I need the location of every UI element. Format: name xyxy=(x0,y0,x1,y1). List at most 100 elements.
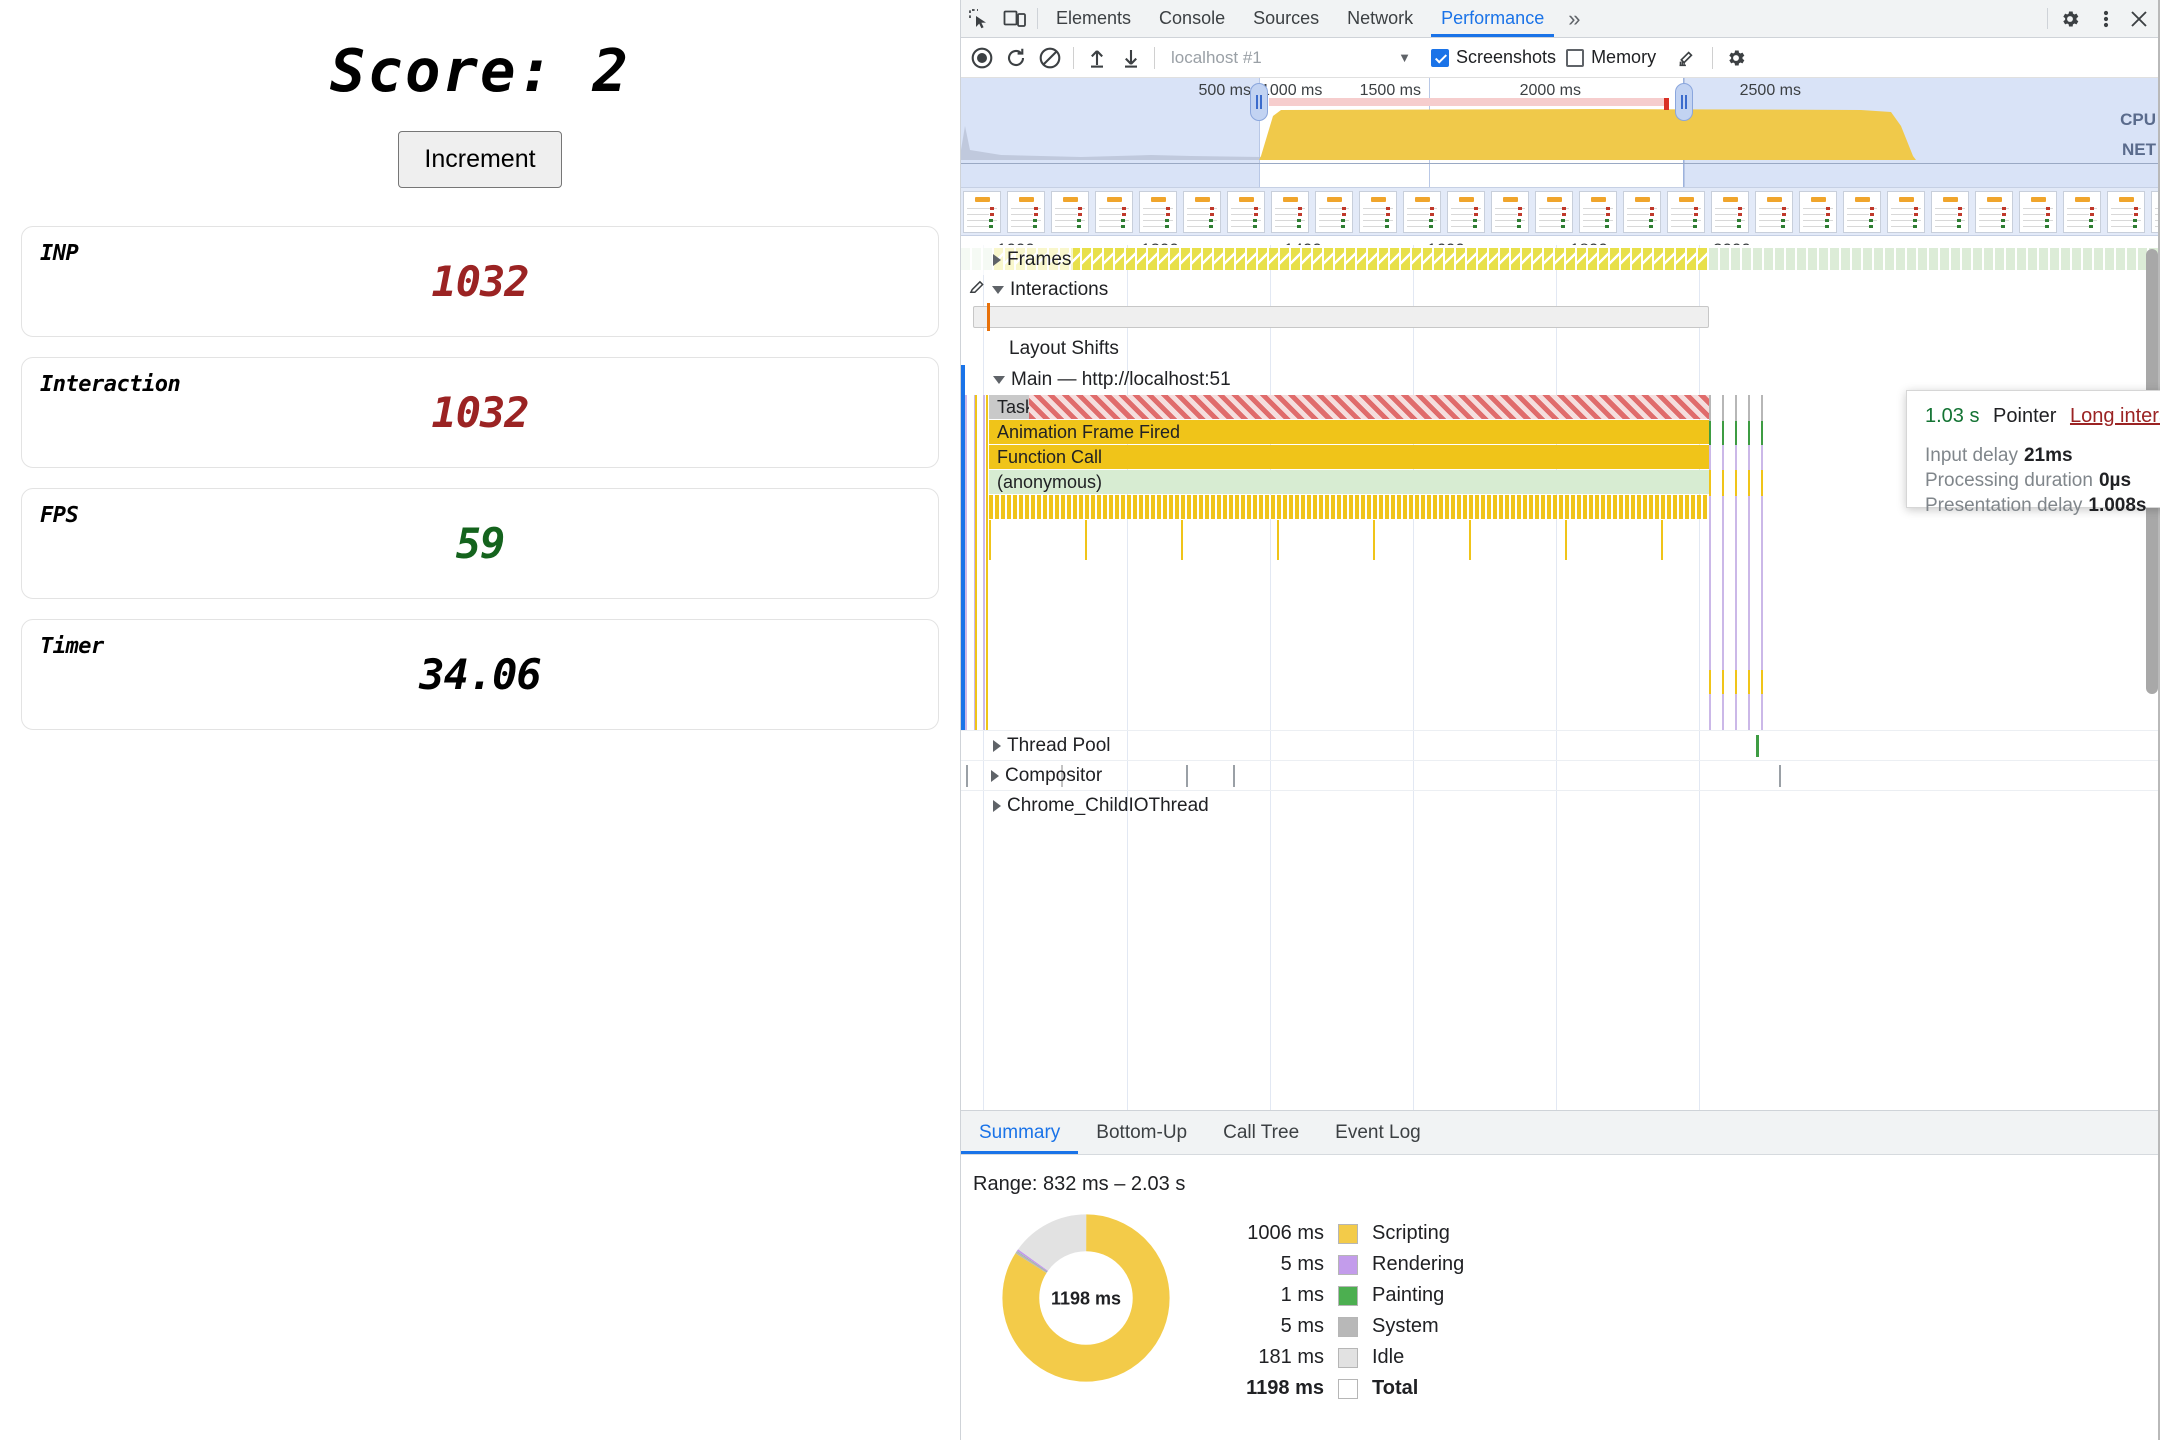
frame-marker[interactable] xyxy=(1346,248,1355,270)
frame-marker[interactable] xyxy=(1929,248,1938,270)
frame-marker[interactable] xyxy=(1357,248,1366,270)
frame-marker[interactable] xyxy=(1214,248,1223,270)
tab-network[interactable]: Network xyxy=(1333,0,1427,37)
frame-marker[interactable] xyxy=(1632,248,1641,270)
upload-profile-button[interactable] xyxy=(1080,41,1114,75)
tab-elements[interactable]: Elements xyxy=(1042,0,1145,37)
increment-button[interactable]: Increment xyxy=(398,131,562,188)
frame-marker[interactable] xyxy=(1885,248,1894,270)
filmstrip-thumbnail[interactable] xyxy=(1887,191,1925,233)
frame-marker[interactable] xyxy=(1258,248,1267,270)
frame-marker[interactable] xyxy=(1104,248,1113,270)
frame-marker[interactable] xyxy=(1390,248,1399,270)
filmstrip-thumbnail[interactable] xyxy=(1051,191,1089,233)
filmstrip-thumbnail[interactable] xyxy=(2019,191,2057,233)
filmstrip-thumbnail[interactable] xyxy=(1579,191,1617,233)
frame-marker[interactable] xyxy=(1775,248,1784,270)
frame-marker[interactable] xyxy=(1181,248,1190,270)
tab-sources[interactable]: Sources xyxy=(1239,0,1333,37)
track-layout-shifts[interactable]: Layout Shifts xyxy=(961,333,2160,365)
frame-marker[interactable] xyxy=(1588,248,1597,270)
frame-marker[interactable] xyxy=(1170,248,1179,270)
flamechart-body[interactable]: Frames Interactions Layout Shifts Main —… xyxy=(961,245,2160,1110)
close-icon[interactable] xyxy=(2124,0,2160,37)
legend-row-idle[interactable]: 181 ms Idle xyxy=(1233,1342,1464,1373)
frame-marker[interactable] xyxy=(1313,248,1322,270)
frame-marker[interactable] xyxy=(1412,248,1421,270)
frame-marker[interactable] xyxy=(1192,248,1201,270)
legend-row-painting[interactable]: 1 ms Painting xyxy=(1233,1280,1464,1311)
frame-marker[interactable] xyxy=(1874,248,1883,270)
collect-garbage-icon[interactable] xyxy=(1668,41,1702,75)
device-toolbar-icon[interactable] xyxy=(997,0,1033,37)
frame-marker[interactable] xyxy=(1478,248,1487,270)
frame-marker[interactable] xyxy=(1698,248,1707,270)
frame-marker[interactable] xyxy=(1159,248,1168,270)
filmstrip-thumbnail[interactable] xyxy=(1183,191,1221,233)
frame-marker[interactable] xyxy=(1203,248,1212,270)
drawer-tab-bottom-up[interactable]: Bottom-Up xyxy=(1078,1111,1205,1154)
frame-marker[interactable] xyxy=(1643,248,1652,270)
filmstrip-thumbnail[interactable] xyxy=(1139,191,1177,233)
drawer-tab-event-log[interactable]: Event Log xyxy=(1317,1111,1439,1154)
thread-pool-event[interactable] xyxy=(1756,735,1759,757)
filmstrip-thumbnail[interactable] xyxy=(1095,191,1133,233)
frame-marker[interactable] xyxy=(1544,248,1553,270)
frame-marker[interactable] xyxy=(1302,248,1311,270)
frame-marker[interactable] xyxy=(1467,248,1476,270)
frame-marker[interactable] xyxy=(1676,248,1685,270)
expand-triangle-icon[interactable] xyxy=(993,254,1001,266)
filmstrip-thumbnail[interactable] xyxy=(1931,191,1969,233)
drawer-tab-summary[interactable]: Summary xyxy=(961,1111,1079,1154)
expand-triangle-icon[interactable] xyxy=(993,799,1001,812)
clear-button[interactable] xyxy=(1033,41,1067,75)
frame-marker[interactable] xyxy=(1533,248,1542,270)
track-label-childiothread[interactable]: Chrome_ChildIOThread xyxy=(961,791,1209,820)
legend-row-system[interactable]: 5 ms System xyxy=(1233,1311,1464,1342)
frame-marker[interactable] xyxy=(1841,248,1850,270)
frame-marker[interactable] xyxy=(1247,248,1256,270)
download-profile-button[interactable] xyxy=(1114,41,1148,75)
frame-marker[interactable] xyxy=(2083,248,2092,270)
inspect-element-icon[interactable] xyxy=(961,0,997,37)
filmstrip-thumbnail[interactable] xyxy=(1007,191,1045,233)
frame-marker[interactable] xyxy=(2028,248,2037,270)
frame-marker[interactable] xyxy=(1819,248,1828,270)
filmstrip-thumbnail[interactable] xyxy=(2063,191,2101,233)
frame-marker[interactable] xyxy=(1335,248,1344,270)
frame-marker[interactable] xyxy=(1093,248,1102,270)
frame-marker[interactable] xyxy=(2017,248,2026,270)
frame-marker[interactable] xyxy=(1797,248,1806,270)
filmstrip-thumbnail[interactable] xyxy=(1623,191,1661,233)
frame-marker[interactable] xyxy=(1599,248,1608,270)
filmstrip-thumbnail[interactable] xyxy=(963,191,1001,233)
frame-marker[interactable] xyxy=(1115,248,1124,270)
timeline-overview[interactable]: 500 ms 1000 ms 1500 ms 2000 ms 2500 ms C… xyxy=(961,78,2160,188)
capture-settings-gear-icon[interactable] xyxy=(1719,41,1753,75)
frame-marker[interactable] xyxy=(1984,248,1993,270)
frame-marker[interactable] xyxy=(1522,248,1531,270)
frame-marker[interactable] xyxy=(1555,248,1564,270)
frame-marker[interactable] xyxy=(1863,248,1872,270)
frame-marker[interactable] xyxy=(1962,248,1971,270)
filmstrip-thumbnail[interactable] xyxy=(2107,191,2145,233)
frame-marker[interactable] xyxy=(1764,248,1773,270)
frame-marker[interactable] xyxy=(1511,248,1520,270)
collapse-triangle-icon[interactable] xyxy=(993,376,1005,384)
frame-marker[interactable] xyxy=(1280,248,1289,270)
edit-pencil-icon[interactable] xyxy=(969,279,986,302)
gear-icon[interactable] xyxy=(2052,0,2088,37)
frame-marker[interactable] xyxy=(2061,248,2070,270)
frame-marker[interactable] xyxy=(1687,248,1696,270)
frame-marker[interactable] xyxy=(1654,248,1663,270)
filmstrip-thumbnail[interactable] xyxy=(1227,191,1265,233)
filmstrip-thumbnail[interactable] xyxy=(1799,191,1837,233)
frame-marker[interactable] xyxy=(1148,248,1157,270)
flame-thin-tasks-row[interactable] xyxy=(989,495,1709,519)
frame-marker[interactable] xyxy=(2006,248,2015,270)
frame-marker[interactable] xyxy=(1137,248,1146,270)
flame-function-call[interactable]: Function Call xyxy=(989,445,1709,469)
filmstrip-thumbnail[interactable] xyxy=(1315,191,1353,233)
kebab-menu-icon[interactable] xyxy=(2088,0,2124,37)
flame-task[interactable]: Task xyxy=(989,395,1029,419)
